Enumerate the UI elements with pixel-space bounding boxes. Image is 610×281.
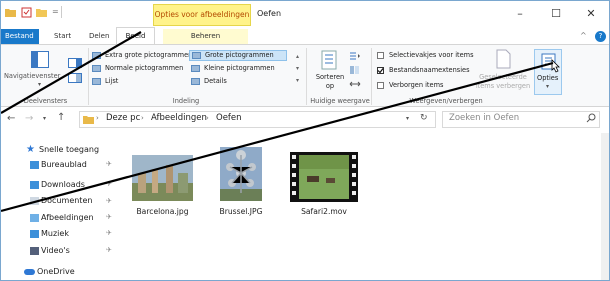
annotation-line — [1, 31, 142, 114]
annotation-line — [1, 61, 554, 213]
explorer-window: = Opties voor afbeeldingen Oefen – ☐ ✕ B… — [0, 0, 610, 281]
annotation-overlay — [1, 31, 554, 213]
